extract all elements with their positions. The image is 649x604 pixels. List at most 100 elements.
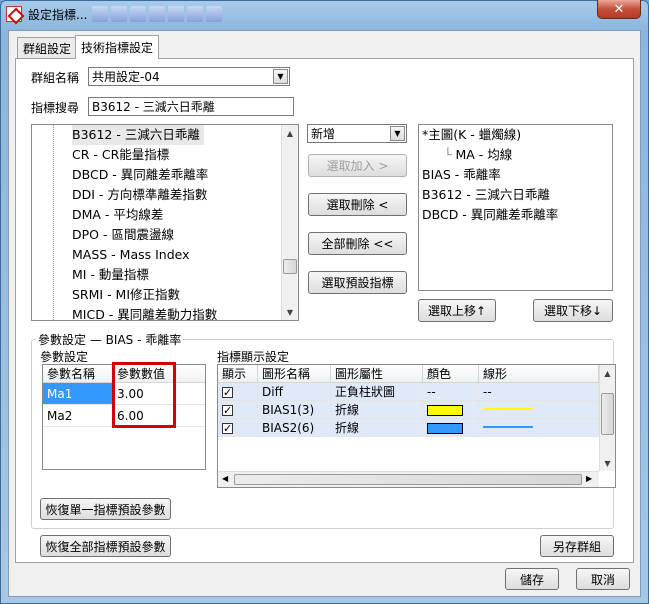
list-item[interactable]: B3612 - 三減六日乖離	[72, 125, 204, 145]
list-item-label: MA - 均線	[455, 147, 513, 162]
series-attr-cell[interactable]: 折線	[331, 401, 423, 418]
indicator-list-scrollbar[interactable]: ▲ ▼	[281, 125, 298, 320]
selected-indicator-list[interactable]: *主圖(K - 蠟燭線) └ MA - 均線 BIAS - 乖離率 B3612 - 三…	[418, 124, 613, 291]
show-cell	[218, 383, 258, 402]
group-name-value: 共用設定-04	[92, 70, 160, 84]
list-item[interactable]: MASS - Mass Index	[72, 245, 282, 265]
list-item[interactable]: BIAS - 乖離率	[422, 165, 610, 185]
display-col-line: 線形	[479, 365, 599, 382]
search-value: B3612 - 三減六日乖離	[92, 100, 215, 114]
list-item[interactable]: MICD - 異同離差動力指數	[72, 305, 282, 320]
group-name-label: 群組名稱	[31, 71, 80, 85]
series-name-cell: Diff	[258, 383, 331, 400]
param-section-header: 參數設定 — BIAS - 乖離率	[36, 331, 184, 348]
selected-items: *主圖(K - 蠟燭線) └ MA - 均線 BIAS - 乖離率 B3612 - 三…	[422, 125, 610, 225]
group-name-dropdown[interactable]: 共用設定-04 ▼	[88, 67, 290, 86]
restore-all-button[interactable]: 恢復全部指標預設參數	[40, 535, 171, 557]
display-grid[interactable]: 顯示 圖形名稱 圖形屬性 顏色 線形 Diff正負柱狀圖----BIAS1(3)…	[217, 364, 616, 488]
restore-single-button[interactable]: 恢復單一指標預設參數	[40, 498, 171, 520]
list-item[interactable]: B3612 - 三減六日乖離	[422, 185, 610, 205]
color-swatch[interactable]	[427, 405, 463, 416]
indicator-tree[interactable]: B3612 - 三減六日乖離 CR - CR能量指標 DBCD - 異同離差乖離率 D…	[31, 124, 299, 321]
series-line-cell[interactable]	[479, 401, 599, 418]
scroll-left-icon[interactable]: ◀	[222, 474, 228, 483]
tab-group-settings[interactable]: 群組設定	[17, 37, 78, 58]
table-row[interactable]: BIAS2(6)折線	[218, 419, 615, 438]
series-color-cell[interactable]	[423, 401, 479, 418]
search-input[interactable]: B3612 - 三減六日乖離	[88, 97, 294, 116]
indicator-list: B3612 - 三減六日乖離 CR - CR能量指標 DBCD - 異同離差乖離率 D…	[72, 125, 282, 320]
list-item[interactable]: CR - CR能量指標	[72, 145, 282, 165]
list-item-label: *主圖(K - 蠟燭線)	[422, 127, 522, 142]
delete-selected-button[interactable]: 選取刪除 <	[308, 193, 407, 216]
param-section-title: 參數設定	[38, 333, 87, 347]
series-name-cell: BIAS1(3)	[258, 401, 331, 418]
save-as-group-button[interactable]: 另存群組	[540, 535, 614, 557]
cancel-button[interactable]: 取消	[576, 568, 630, 590]
series-color-cell[interactable]: --	[423, 383, 479, 400]
scroll-up-icon[interactable]: ▲	[600, 365, 615, 381]
list-item[interactable]: DBCD - 異同離差乖離率	[72, 165, 282, 185]
list-item[interactable]: DPO - 區間震盪線	[72, 225, 282, 245]
display-settings-label: 指標顯示設定	[217, 350, 290, 364]
tab-indicator-settings[interactable]: 技術指標設定	[75, 35, 160, 59]
display-rows: Diff正負柱狀圖----BIAS1(3)折線BIAS2(6)折線	[218, 383, 615, 438]
display-col-color: 顏色	[423, 365, 479, 382]
series-attr-cell[interactable]: 折線	[331, 419, 423, 436]
title-bar[interactable]: 設定指標...	[0, 0, 649, 28]
list-item[interactable]: DMA - 平均線差	[72, 205, 282, 225]
window-title: 設定指標...	[28, 8, 88, 22]
hscroll-thumb[interactable]	[234, 474, 582, 485]
param-section-dash: —	[89, 333, 106, 347]
series-line-cell[interactable]: --	[479, 383, 599, 400]
show-checkbox[interactable]	[222, 384, 233, 402]
list-item[interactable]: DDI - 方向標準離差指數	[72, 185, 282, 205]
move-down-button[interactable]: 選取下移↓	[533, 299, 613, 322]
list-item[interactable]: └ MA - 均線	[422, 145, 610, 165]
background-taskbar-icons	[92, 6, 292, 22]
add-mode-value: 新增	[311, 127, 336, 141]
display-grid-hscroll[interactable]: ◀ ▶	[218, 471, 599, 487]
list-item[interactable]: DBCD - 異同離差乖離率	[422, 205, 610, 225]
display-col-attr: 圖形屬性	[331, 365, 423, 382]
scroll-down-icon[interactable]: ▼	[600, 455, 615, 471]
list-item-label: B3612 - 三減六日乖離	[422, 187, 550, 202]
scroll-thumb[interactable]	[601, 393, 614, 435]
color-swatch[interactable]	[427, 423, 463, 434]
search-label: 指標搜尋	[31, 101, 80, 115]
display-col-name: 圖形名稱	[258, 365, 331, 382]
display-grid-vscroll[interactable]: ▲ ▼	[599, 365, 615, 471]
show-checkbox[interactable]	[222, 420, 233, 438]
highlight-box	[112, 362, 176, 428]
list-item[interactable]: *主圖(K - 蠟燭線)	[422, 125, 610, 145]
list-item[interactable]: MI - 動量指標	[72, 265, 282, 285]
show-checkbox[interactable]	[222, 402, 233, 420]
display-col-show: 顯示	[218, 365, 258, 382]
add-selected-button[interactable]: 選取加入 >	[308, 154, 407, 177]
list-item-label: DBCD - 異同離差乖離率	[422, 207, 559, 222]
scroll-thumb[interactable]	[283, 259, 297, 274]
series-color-cell[interactable]	[423, 419, 479, 436]
scroll-down-icon[interactable]: ▼	[282, 304, 298, 320]
add-mode-dropdown[interactable]: 新增 ▼	[307, 124, 407, 143]
param-section-indicator: BIAS - 乖離率	[105, 333, 182, 347]
series-attr-cell[interactable]: 正負柱狀圖	[331, 383, 423, 400]
select-default-button[interactable]: 選取預設指標	[308, 271, 407, 294]
table-row[interactable]: BIAS1(3)折線	[218, 401, 615, 420]
chevron-down-icon[interactable]: ▼	[390, 126, 405, 141]
move-up-button[interactable]: 選取上移↑	[418, 299, 496, 322]
param-sub-label: 參數設定	[40, 350, 89, 364]
table-row[interactable]: Diff正負柱狀圖----	[218, 383, 615, 402]
list-item[interactable]: SRMI - MI修正指數	[72, 285, 282, 305]
save-button[interactable]: 儲存	[505, 568, 559, 590]
scroll-right-icon[interactable]: ▶	[586, 474, 592, 483]
param-col-name: 參數名稱	[43, 365, 113, 382]
tree-guide-line	[53, 125, 54, 320]
scroll-up-icon[interactable]: ▲	[282, 125, 298, 141]
delete-all-button[interactable]: 全部刪除 <<	[308, 232, 407, 255]
app-icon	[6, 6, 22, 22]
show-cell	[218, 419, 258, 438]
series-line-cell[interactable]	[479, 419, 599, 436]
close-button[interactable]: ✕	[597, 0, 641, 19]
chevron-down-icon[interactable]: ▼	[273, 69, 288, 84]
